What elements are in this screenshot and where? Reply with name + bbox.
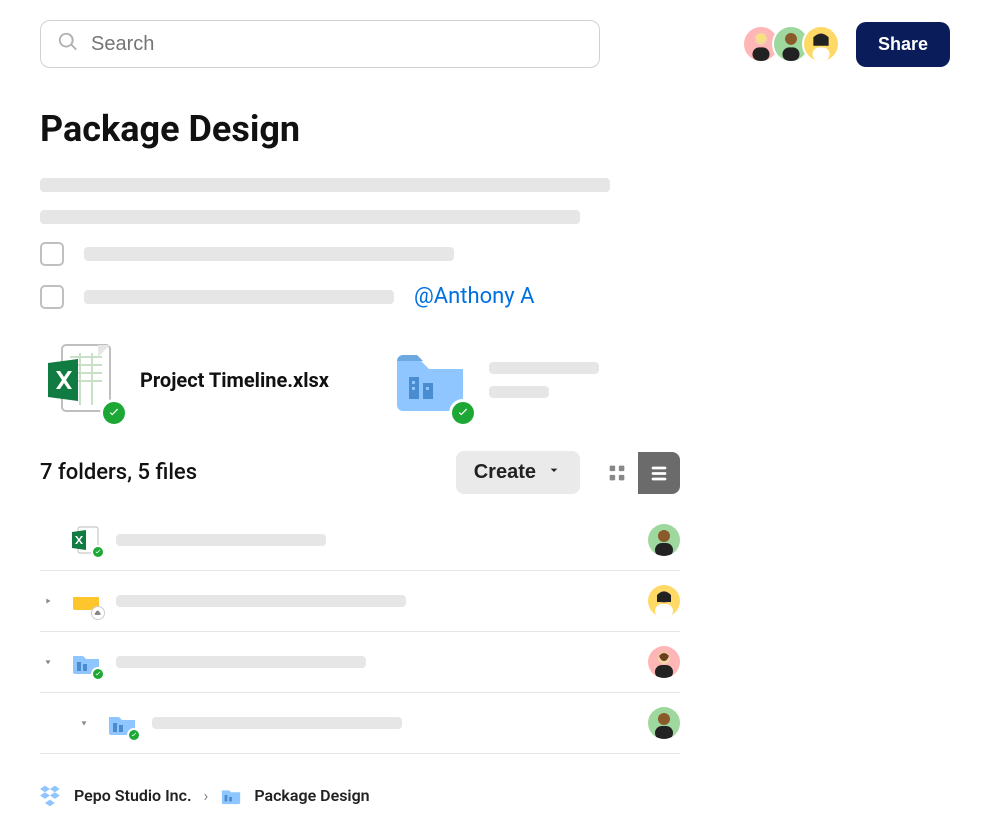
expand-caret-icon[interactable] — [40, 596, 56, 606]
share-button[interactable]: Share — [856, 22, 950, 67]
file-attachment[interactable]: Project Timeline.xlsx — [40, 339, 329, 421]
file-list — [40, 510, 680, 754]
user-mention[interactable]: @Anthony A — [414, 284, 534, 309]
folder-icon — [389, 339, 471, 421]
sync-check-icon — [449, 399, 477, 427]
sync-check-icon — [127, 728, 141, 742]
attachments: Project Timeline.xlsx — [40, 339, 950, 421]
breadcrumb-current[interactable]: Package Design — [254, 786, 369, 805]
header: Share — [40, 20, 950, 68]
collapse-caret-icon[interactable] — [76, 718, 92, 728]
avatar[interactable] — [648, 585, 680, 617]
sync-check-icon — [91, 545, 105, 559]
checkbox[interactable] — [40, 285, 64, 309]
search-icon — [57, 31, 79, 57]
folder-icon — [106, 707, 138, 739]
grid-view-button[interactable] — [596, 452, 638, 494]
create-button[interactable]: Create — [456, 451, 580, 494]
excel-file-icon — [70, 524, 102, 556]
list-item[interactable] — [40, 693, 680, 754]
breadcrumb-root[interactable]: Pepo Studio Inc. — [74, 786, 192, 805]
avatar[interactable] — [648, 646, 680, 678]
checkbox[interactable] — [40, 242, 64, 266]
list-view-button[interactable] — [638, 452, 680, 494]
folder-icon — [220, 784, 242, 806]
cloud-sync-icon — [91, 606, 105, 620]
list-item[interactable] — [40, 571, 680, 632]
avatar[interactable] — [648, 524, 680, 556]
sync-check-icon — [100, 399, 128, 427]
sync-check-icon — [91, 667, 105, 681]
search-box[interactable] — [40, 20, 600, 68]
file-name: Project Timeline.xlsx — [140, 368, 329, 392]
excel-file-icon — [40, 339, 122, 421]
folder-icon — [70, 646, 102, 678]
document-body: @Anthony A — [40, 178, 950, 309]
avatar[interactable] — [648, 707, 680, 739]
list-item[interactable] — [40, 632, 680, 693]
list-item[interactable] — [40, 510, 680, 571]
collapse-caret-icon[interactable] — [40, 657, 56, 667]
collaborator-avatars[interactable] — [742, 25, 840, 63]
chevron-down-icon — [546, 461, 562, 484]
page-title: Package Design — [40, 108, 950, 150]
folder-summary-bar: 7 folders, 5 files Create — [40, 451, 680, 494]
folder-attachment[interactable] — [389, 339, 599, 421]
breadcrumb-separator: › — [204, 786, 209, 805]
slides-file-icon — [70, 585, 102, 617]
search-input[interactable] — [91, 33, 583, 56]
view-toggle — [596, 452, 680, 494]
folder-count-text: 7 folders, 5 files — [40, 460, 456, 485]
breadcrumb: Pepo Studio Inc. › Package Design — [40, 784, 950, 806]
avatar[interactable] — [802, 25, 840, 63]
dropbox-icon — [40, 784, 62, 806]
